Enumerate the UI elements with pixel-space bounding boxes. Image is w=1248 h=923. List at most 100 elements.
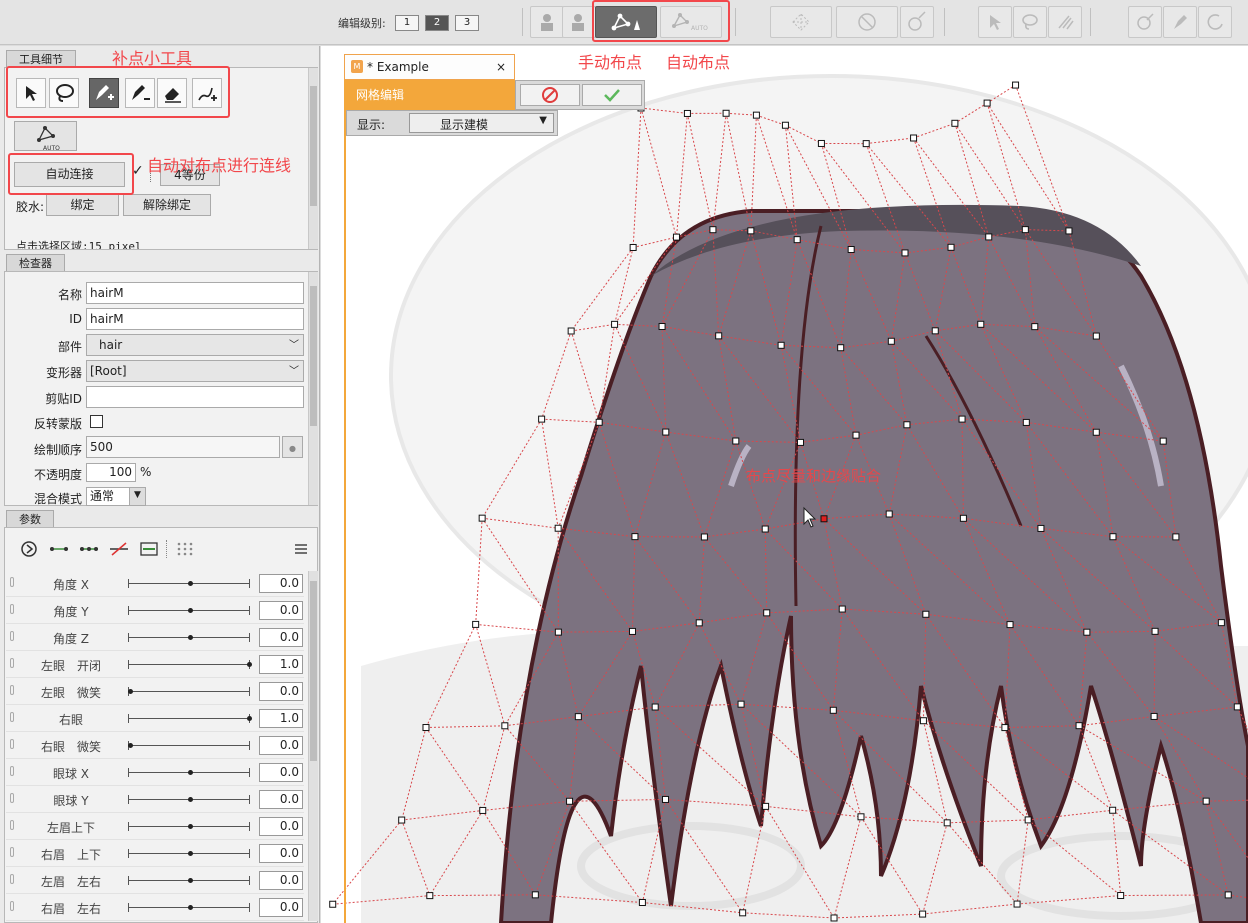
mesh-vertex[interactable] — [1013, 900, 1021, 908]
mesh-vertex[interactable] — [762, 802, 770, 810]
mesh-vertex[interactable] — [847, 246, 855, 254]
parameter-slider[interactable] — [128, 903, 250, 912]
parameter-row[interactable]: 角度 Z 0.0 — [6, 625, 304, 651]
deformer-select[interactable]: [Root] ﹀ — [86, 360, 304, 382]
parameter-table-icon[interactable] — [138, 538, 160, 560]
mesh-vertex[interactable] — [919, 717, 927, 725]
parameter-value[interactable]: 0.0 — [259, 736, 303, 755]
mesh-vertex[interactable] — [629, 243, 637, 251]
mesh-vertex[interactable] — [1172, 533, 1180, 541]
slider-knob[interactable] — [187, 851, 193, 856]
mesh-vertex[interactable] — [658, 323, 666, 331]
tool-detail-scrollbar[interactable] — [308, 68, 318, 249]
mesh-vertex[interactable] — [737, 700, 745, 708]
mesh-vertex[interactable] — [820, 515, 828, 523]
cancel-button[interactable] — [520, 84, 580, 106]
parameter-value[interactable]: 0.0 — [259, 601, 303, 620]
parameter-value[interactable]: 0.0 — [259, 763, 303, 782]
mesh-vertex[interactable] — [919, 910, 927, 918]
mesh-vertex[interactable] — [574, 713, 582, 721]
mesh-vertex[interactable] — [1024, 816, 1032, 824]
remove-key-icon[interactable] — [108, 538, 130, 560]
mesh-vertex[interactable] — [683, 109, 691, 117]
parameter-grid-icon[interactable] — [174, 538, 196, 560]
slider-knob[interactable] — [247, 662, 252, 667]
mesh-delete-button[interactable] — [836, 6, 898, 38]
mesh-vertex[interactable] — [1151, 627, 1159, 635]
mesh-vertex[interactable] — [763, 609, 771, 617]
lasso-button[interactable] — [1013, 6, 1047, 38]
parameter-row[interactable]: 角度 Y 0.0 — [6, 598, 304, 624]
parameter-slider[interactable] — [128, 741, 250, 750]
lock-icon[interactable] — [10, 577, 14, 587]
slider-knob[interactable] — [187, 797, 193, 802]
add-keys-icon[interactable] — [78, 538, 100, 560]
mesh-vertex[interactable] — [903, 421, 911, 429]
mesh-vertex[interactable] — [862, 140, 870, 148]
mesh-vertex[interactable] — [947, 243, 955, 251]
pen-tool-button[interactable] — [1163, 6, 1197, 38]
lock-icon[interactable] — [10, 874, 14, 884]
mesh-vertex[interactable] — [837, 344, 845, 352]
lock-icon[interactable] — [10, 766, 14, 776]
mesh-vertex[interactable] — [611, 320, 619, 328]
unbind-button[interactable]: 解除绑定 — [123, 194, 211, 216]
parameter-slider[interactable] — [128, 687, 250, 696]
mesh-vertex[interactable] — [398, 816, 406, 824]
slider-knob[interactable] — [128, 689, 133, 694]
mesh-vertex[interactable] — [1022, 418, 1030, 426]
tab-inspector[interactable]: 检查器 — [6, 254, 65, 272]
mesh-vertex[interactable] — [931, 327, 939, 335]
select-arrow-button[interactable] — [978, 6, 1012, 38]
parameter-row[interactable]: 右眼 1.0 — [6, 706, 304, 732]
mesh-vertex[interactable] — [631, 533, 639, 541]
parameter-slider[interactable] — [128, 849, 250, 858]
edit-level-1-button[interactable]: 1 — [395, 15, 419, 31]
mesh-vertex[interactable] — [1217, 619, 1225, 627]
parameter-slider[interactable] — [128, 633, 250, 642]
slider-knob[interactable] — [128, 743, 133, 748]
slider-knob[interactable] — [187, 770, 193, 775]
parameter-slider[interactable] — [128, 768, 250, 777]
mesh-vertex[interactable] — [700, 533, 708, 541]
mesh-vertex[interactable] — [501, 722, 509, 730]
parameter-slider[interactable] — [128, 795, 250, 804]
mesh-vertex[interactable] — [852, 431, 860, 439]
parameter-row[interactable]: 右眼 微笑 0.0 — [6, 733, 304, 759]
slider-knob[interactable] — [187, 905, 193, 910]
parameter-row[interactable]: 角度 X 0.0 — [6, 571, 304, 597]
lock-icon[interactable] — [10, 658, 14, 668]
mesh-vertex[interactable] — [1075, 722, 1083, 730]
opacity-field[interactable]: 100 — [86, 463, 136, 482]
auto-mesh-small-button[interactable]: AUTO — [14, 121, 77, 152]
mesh-vertex[interactable] — [1202, 797, 1210, 805]
person-tool-2-button[interactable] — [562, 6, 596, 38]
lock-icon[interactable] — [10, 901, 14, 911]
mesh-vertex[interactable] — [1012, 81, 1020, 89]
brush-select-button[interactable] — [1048, 6, 1082, 38]
parameter-slider[interactable] — [128, 579, 250, 588]
mesh-vertex[interactable] — [747, 227, 755, 235]
parameter-row[interactable]: 右眉 上下 0.0 — [6, 841, 304, 867]
draw-order-field[interactable]: 500 — [86, 436, 280, 458]
parameter-slider[interactable] — [128, 876, 250, 885]
mesh-vertex[interactable] — [752, 111, 760, 119]
lock-icon[interactable] — [10, 847, 14, 857]
mesh-vertex[interactable] — [1021, 226, 1029, 234]
mesh-vertex[interactable] — [885, 510, 893, 518]
parameters-scrollbar[interactable] — [308, 571, 318, 921]
close-tab-icon[interactable]: × — [496, 55, 506, 79]
mesh-vertex[interactable] — [566, 797, 574, 805]
mesh-vertex[interactable] — [715, 332, 723, 340]
mesh-vertex[interactable] — [672, 233, 680, 241]
inspector-scrollbar[interactable] — [308, 272, 318, 505]
menu-icon[interactable] — [290, 538, 312, 560]
parameter-value[interactable]: 0.0 — [259, 844, 303, 863]
play-circle-icon[interactable] — [18, 538, 40, 560]
mesh-vertex[interactable] — [838, 605, 846, 613]
mesh-vertex[interactable] — [817, 139, 825, 147]
mesh-vertex[interactable] — [531, 891, 539, 899]
mesh-vertex[interactable] — [422, 724, 430, 732]
document-tab[interactable]: M * Example × — [344, 54, 515, 80]
mesh-vertex[interactable] — [554, 628, 562, 636]
